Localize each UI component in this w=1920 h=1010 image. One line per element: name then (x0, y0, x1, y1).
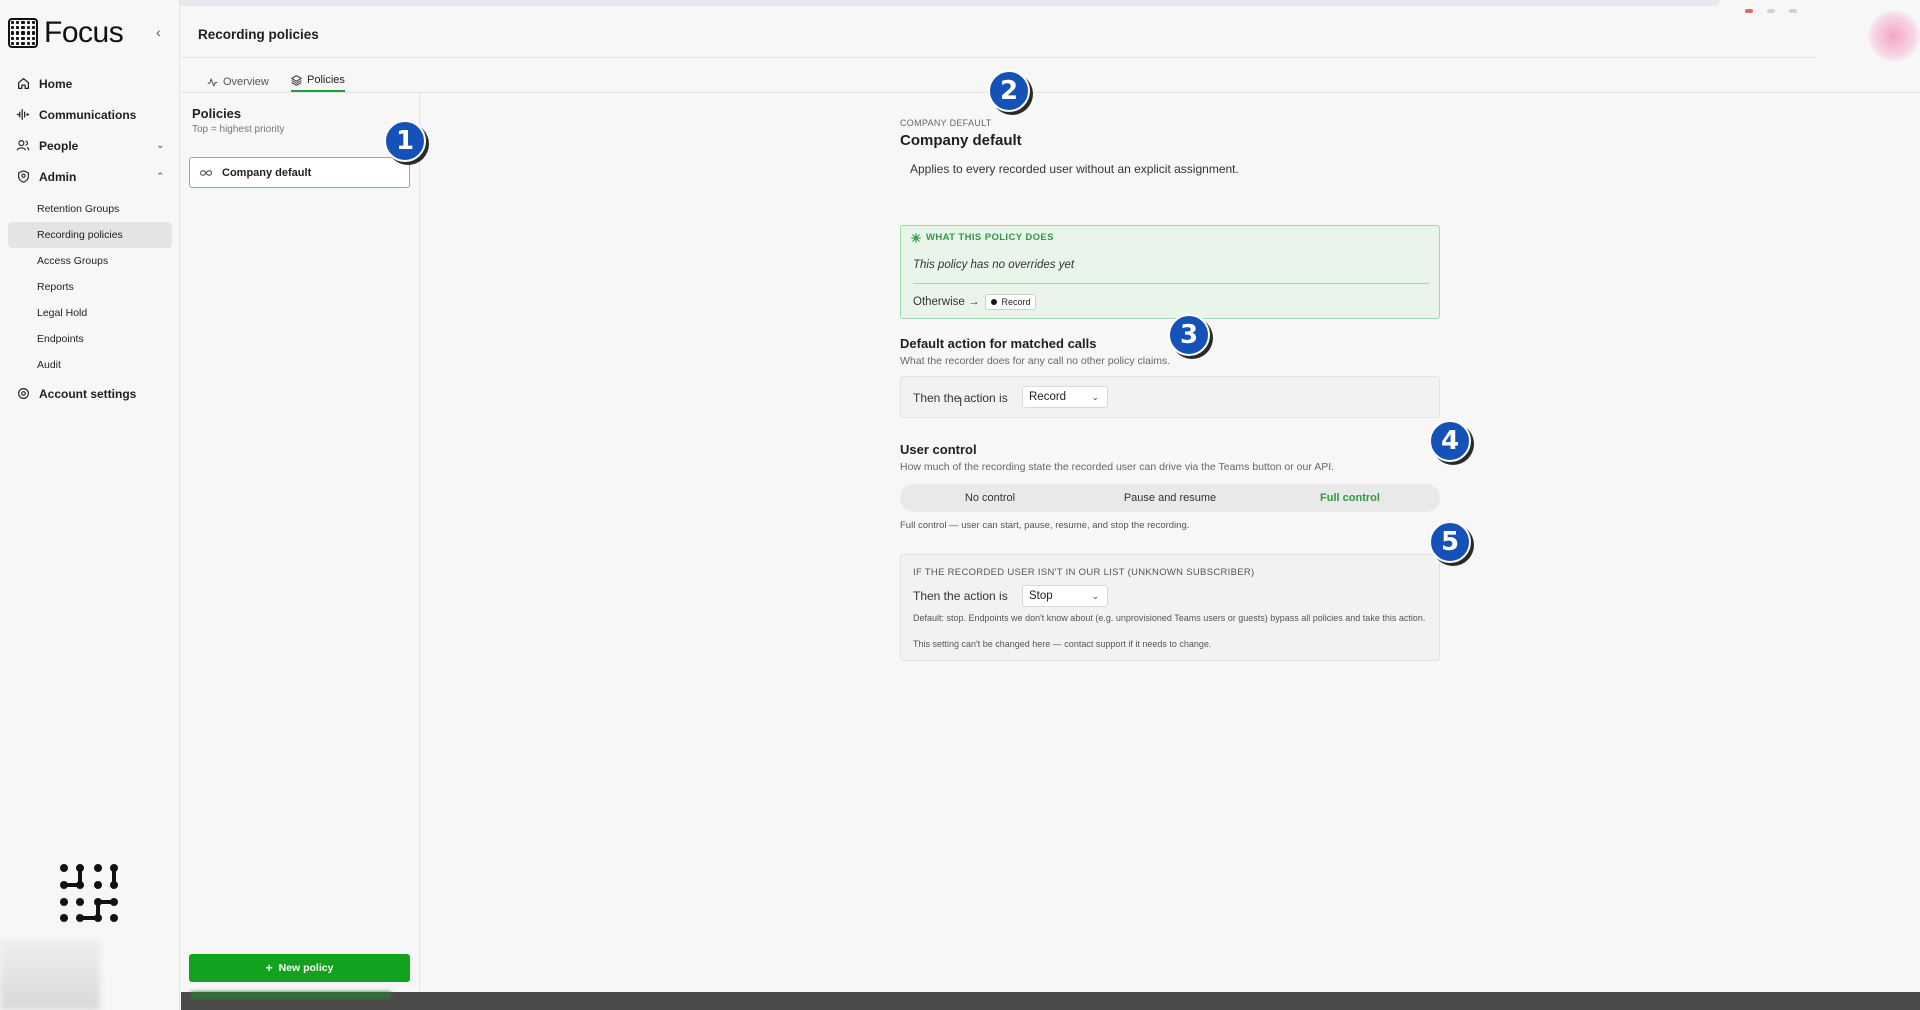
unknown-action-label: Then the action is (913, 589, 1008, 603)
policy-detail: COMPANY DEFAULT Company default Applies … (900, 118, 1440, 661)
policy-item-company-default[interactable]: Company default (189, 157, 410, 188)
policies-panel: Policies Top = highest priority Company … (181, 93, 420, 990)
policy-item-label: Company default (222, 166, 312, 179)
default-action-select[interactable]: Record ⌄ (1022, 386, 1108, 408)
sidebar-item-legal-hold[interactable]: Legal Hold (8, 300, 172, 326)
summary-heading-label: WHAT THIS POLICY DOES (926, 232, 1054, 243)
new-policy-label: New policy (278, 962, 334, 974)
otherwise-row: Otherwise → Record (913, 294, 1037, 310)
plus-icon: + (265, 961, 273, 975)
sidebar-nav: Home Communications People ⌄ Admin ⌃ Ret… (8, 68, 172, 378)
page-header: Recording policies (181, 0, 1815, 58)
sidebar-item-access-groups[interactable]: Access Groups (8, 248, 172, 274)
sidebar-item-label: Account settings (39, 386, 137, 401)
chevron-down-icon: ⌄ (1091, 391, 1099, 402)
marker-2: 2 (988, 70, 1030, 112)
sidebar-item-admin[interactable]: Admin ⌃ (8, 161, 172, 192)
sidebar-item-account-settings[interactable]: Account settings (8, 378, 172, 409)
sidebar-item-reports[interactable]: Reports (8, 274, 172, 300)
sidebar-item-retention-groups[interactable]: Retention Groups (8, 196, 172, 222)
user-control-note: Full control — user can start, pause, re… (900, 520, 1190, 531)
sparkle-icon (911, 232, 921, 243)
priority-hint: Top = highest priority (192, 124, 285, 135)
app-name: Focus (44, 16, 124, 49)
default-action-title: Default action for matched calls (900, 336, 1097, 351)
chevron-up-icon: ⌃ (156, 171, 164, 181)
user-control-title: User control (900, 442, 977, 457)
policies-heading: Policies (192, 106, 242, 121)
sidebar-item-recording-policies[interactable]: Recording policies (8, 222, 172, 248)
record-badge-label: Record (1001, 297, 1031, 307)
segment-full-control[interactable]: Full control (1260, 484, 1440, 512)
blurred-thumbnail (0, 940, 100, 1010)
sidebar-item-endpoints[interactable]: Endpoints (8, 326, 172, 352)
people-icon (15, 138, 31, 154)
tab-policies[interactable]: Policies (291, 72, 345, 92)
sidebar-item-label: Admin (39, 169, 77, 184)
sidebar-item-audit[interactable]: Audit (8, 352, 172, 378)
policy-description: Applies to every recorded user without a… (910, 162, 1239, 176)
segment-no-control[interactable]: No control (900, 484, 1080, 512)
collapse-sidebar-icon[interactable]: ‹ (156, 24, 161, 40)
chevron-down-icon: ⌄ (1091, 590, 1099, 601)
text-cursor-icon: I (959, 395, 963, 409)
bottom-bar (181, 992, 1920, 1010)
tab-label: Overview (223, 76, 269, 88)
unknown-action-select[interactable]: Stop ⌄ (1022, 585, 1108, 607)
default-action-value: Record (1029, 391, 1067, 403)
account-settings-section: Account settings (8, 378, 172, 409)
sidebar-item-home[interactable]: Home (8, 68, 172, 99)
chevron-down-icon: ⌄ (156, 140, 164, 150)
tab-label: Policies (307, 74, 345, 86)
no-overrides-text: This policy has no overrides yet (913, 259, 1075, 271)
sidebar-item-communications[interactable]: Communications (8, 99, 172, 130)
gear-icon (15, 386, 31, 402)
shield-icon (15, 169, 31, 185)
new-policy-button[interactable]: + New policy (189, 954, 410, 982)
otherwise-label: Otherwise → (913, 296, 980, 308)
marker-4: 4 (1429, 420, 1471, 462)
activity-icon (207, 77, 218, 88)
record-dot-icon (991, 299, 998, 305)
default-action-subtitle: What the recorder does for any call no o… (900, 355, 1171, 367)
marker-3: 3 (1168, 314, 1210, 356)
admin-submenu: Retention Groups Recording policies Acce… (8, 196, 172, 378)
unknown-subscriber-heading: IF THE RECORDED USER ISN'T IN OUR LIST (… (913, 567, 1255, 578)
unknown-subscriber-box: IF THE RECORDED USER ISN'T IN OUR LIST (… (900, 554, 1440, 661)
sidebar-item-label: People (39, 138, 79, 153)
unknown-action-value: Stop (1029, 590, 1053, 602)
brand-mark-icon (58, 862, 120, 924)
policy-summary-heading: WHAT THIS POLICY DOES (911, 232, 1054, 243)
default-action-box: Then the action is Record ⌄ (900, 376, 1440, 418)
home-icon (15, 76, 31, 92)
user-control-segmented: No control Pause and resume Full control (900, 484, 1440, 512)
record-badge: Record (985, 294, 1037, 310)
layers-icon (291, 74, 302, 86)
policy-title: Company default (900, 132, 1022, 149)
infinity-icon (200, 169, 212, 177)
sidebar-item-label: Home (39, 76, 73, 91)
sidebar-item-label: Communications (39, 107, 137, 122)
app-logo[interactable]: Focus (8, 16, 124, 50)
user-control-subtitle: How much of the recording state the reco… (900, 461, 1335, 473)
unknown-note-default: Default: stop. Endpoints we don't know a… (913, 613, 1426, 623)
segment-pause-resume[interactable]: Pause and resume (1080, 484, 1260, 512)
page-title: Recording policies (198, 27, 319, 42)
waveform-icon (15, 107, 31, 123)
sidebar: Focus ‹ Home Communications People ⌄ Adm… (0, 0, 180, 1010)
marker-1: 1 (384, 120, 426, 162)
tab-overview[interactable]: Overview (207, 72, 269, 92)
policy-eyebrow: COMPANY DEFAULT (900, 118, 992, 128)
tab-bar: Overview Policies (181, 66, 1920, 93)
divider (913, 283, 1429, 284)
avatar-blur (1868, 10, 1920, 62)
policy-summary-box: WHAT THIS POLICY DOES This policy has no… (900, 225, 1440, 319)
unknown-note-support: This setting can't be changed here — con… (913, 639, 1212, 649)
logo-grid-icon (8, 18, 38, 48)
marker-5: 5 (1429, 521, 1471, 563)
sidebar-item-people[interactable]: People ⌄ (8, 130, 172, 161)
